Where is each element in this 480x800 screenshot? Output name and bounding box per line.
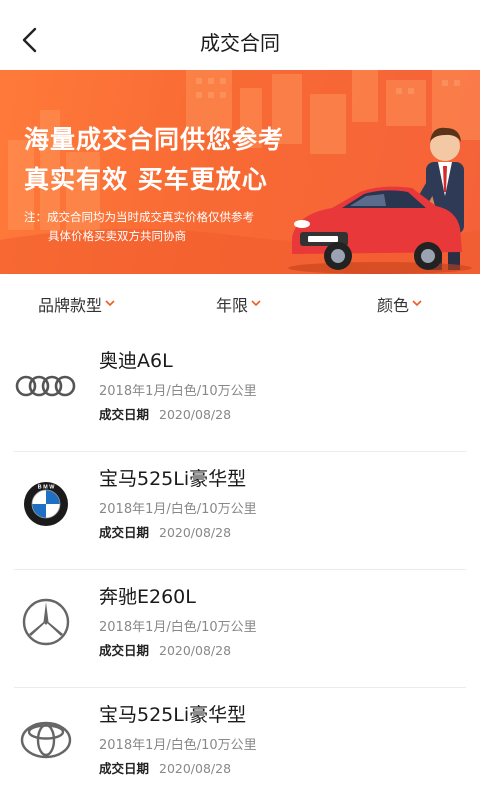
filter-color[interactable]: 颜色 [377,292,422,316]
banner-headline-2: 真实有效 买车更放心 [24,165,268,194]
car-name: 奔驰E260L [99,586,196,608]
list-item[interactable]: 奔驰E260L 2018年1月/白色/10万公里 成交日期 2020/08/28 [0,570,480,688]
promo-banner[interactable]: 海量成交合同供您参考 真实有效 买车更放心 注：成交合同均为当时成交真实价格仅供… [0,70,480,274]
deal-date: 2020/08/28 [159,407,232,422]
filter-label: 颜色 [377,296,410,315]
filter-label: 品牌款型 [38,296,103,315]
deal-date-label: 成交日期 [99,643,150,658]
deal-info: 成交日期 2020/08/28 [99,404,231,423]
mercedes-logo-icon [14,590,78,654]
list-item[interactable]: B M W 宝马525Li豪华型 2018年1月/白色/10万公里 成交日期 2… [0,452,480,570]
bmw-logo-icon: B M W [14,472,78,536]
filter-brand-model[interactable]: 品牌款型 [38,292,115,316]
deal-date: 2020/08/28 [159,525,232,540]
filter-year[interactable]: 年限 [216,292,261,316]
car-name: 宝马525Li豪华型 [99,704,247,726]
audi-logo-icon [14,354,78,418]
filter-label: 年限 [216,296,249,315]
toyota-logo-icon [14,708,78,772]
list-item[interactable]: 奥迪A6L 2018年1月/白色/10万公里 成交日期 2020/08/28 [0,334,480,452]
deal-date-label: 成交日期 [99,761,150,776]
deal-date-label: 成交日期 [99,407,150,422]
top-nav-bar: 成交合同 [0,0,480,72]
banner-note-1: 注：成交合同均为当时成交真实价格仅供参考 [24,210,254,224]
chevron-down-icon [251,300,261,307]
page-title: 成交合同 [200,31,280,55]
banner-headline-1: 海量成交合同供您参考 [24,125,285,154]
deal-info: 成交日期 2020/08/28 [99,522,231,541]
car-specs: 2018年1月/白色/10万公里 [99,502,257,517]
car-name: 宝马525Li豪华型 [99,468,247,490]
deal-date: 2020/08/28 [159,643,232,658]
chevron-down-icon [105,300,115,307]
deal-date-label: 成交日期 [99,525,150,540]
car-specs: 2018年1月/白色/10万公里 [99,738,257,753]
banner-note-2: 具体价格买卖双方共同协商 [48,229,186,243]
car-specs: 2018年1月/白色/10万公里 [99,384,257,399]
car-salesman-illustration [288,127,472,274]
deal-info: 成交日期 2020/08/28 [99,640,231,659]
car-name: 奥迪A6L [99,350,173,372]
deal-info: 成交日期 2020/08/28 [99,758,231,777]
list-item[interactable]: 宝马525Li豪华型 2018年1月/白色/10万公里 成交日期 2020/08… [0,688,480,800]
chevron-down-icon [412,300,422,307]
car-specs: 2018年1月/白色/10万公里 [99,620,257,635]
filter-bar: 品牌款型 年限 颜色 [0,274,480,334]
svg-text:B M W: B M W [38,485,56,491]
deal-date: 2020/08/28 [159,761,232,776]
